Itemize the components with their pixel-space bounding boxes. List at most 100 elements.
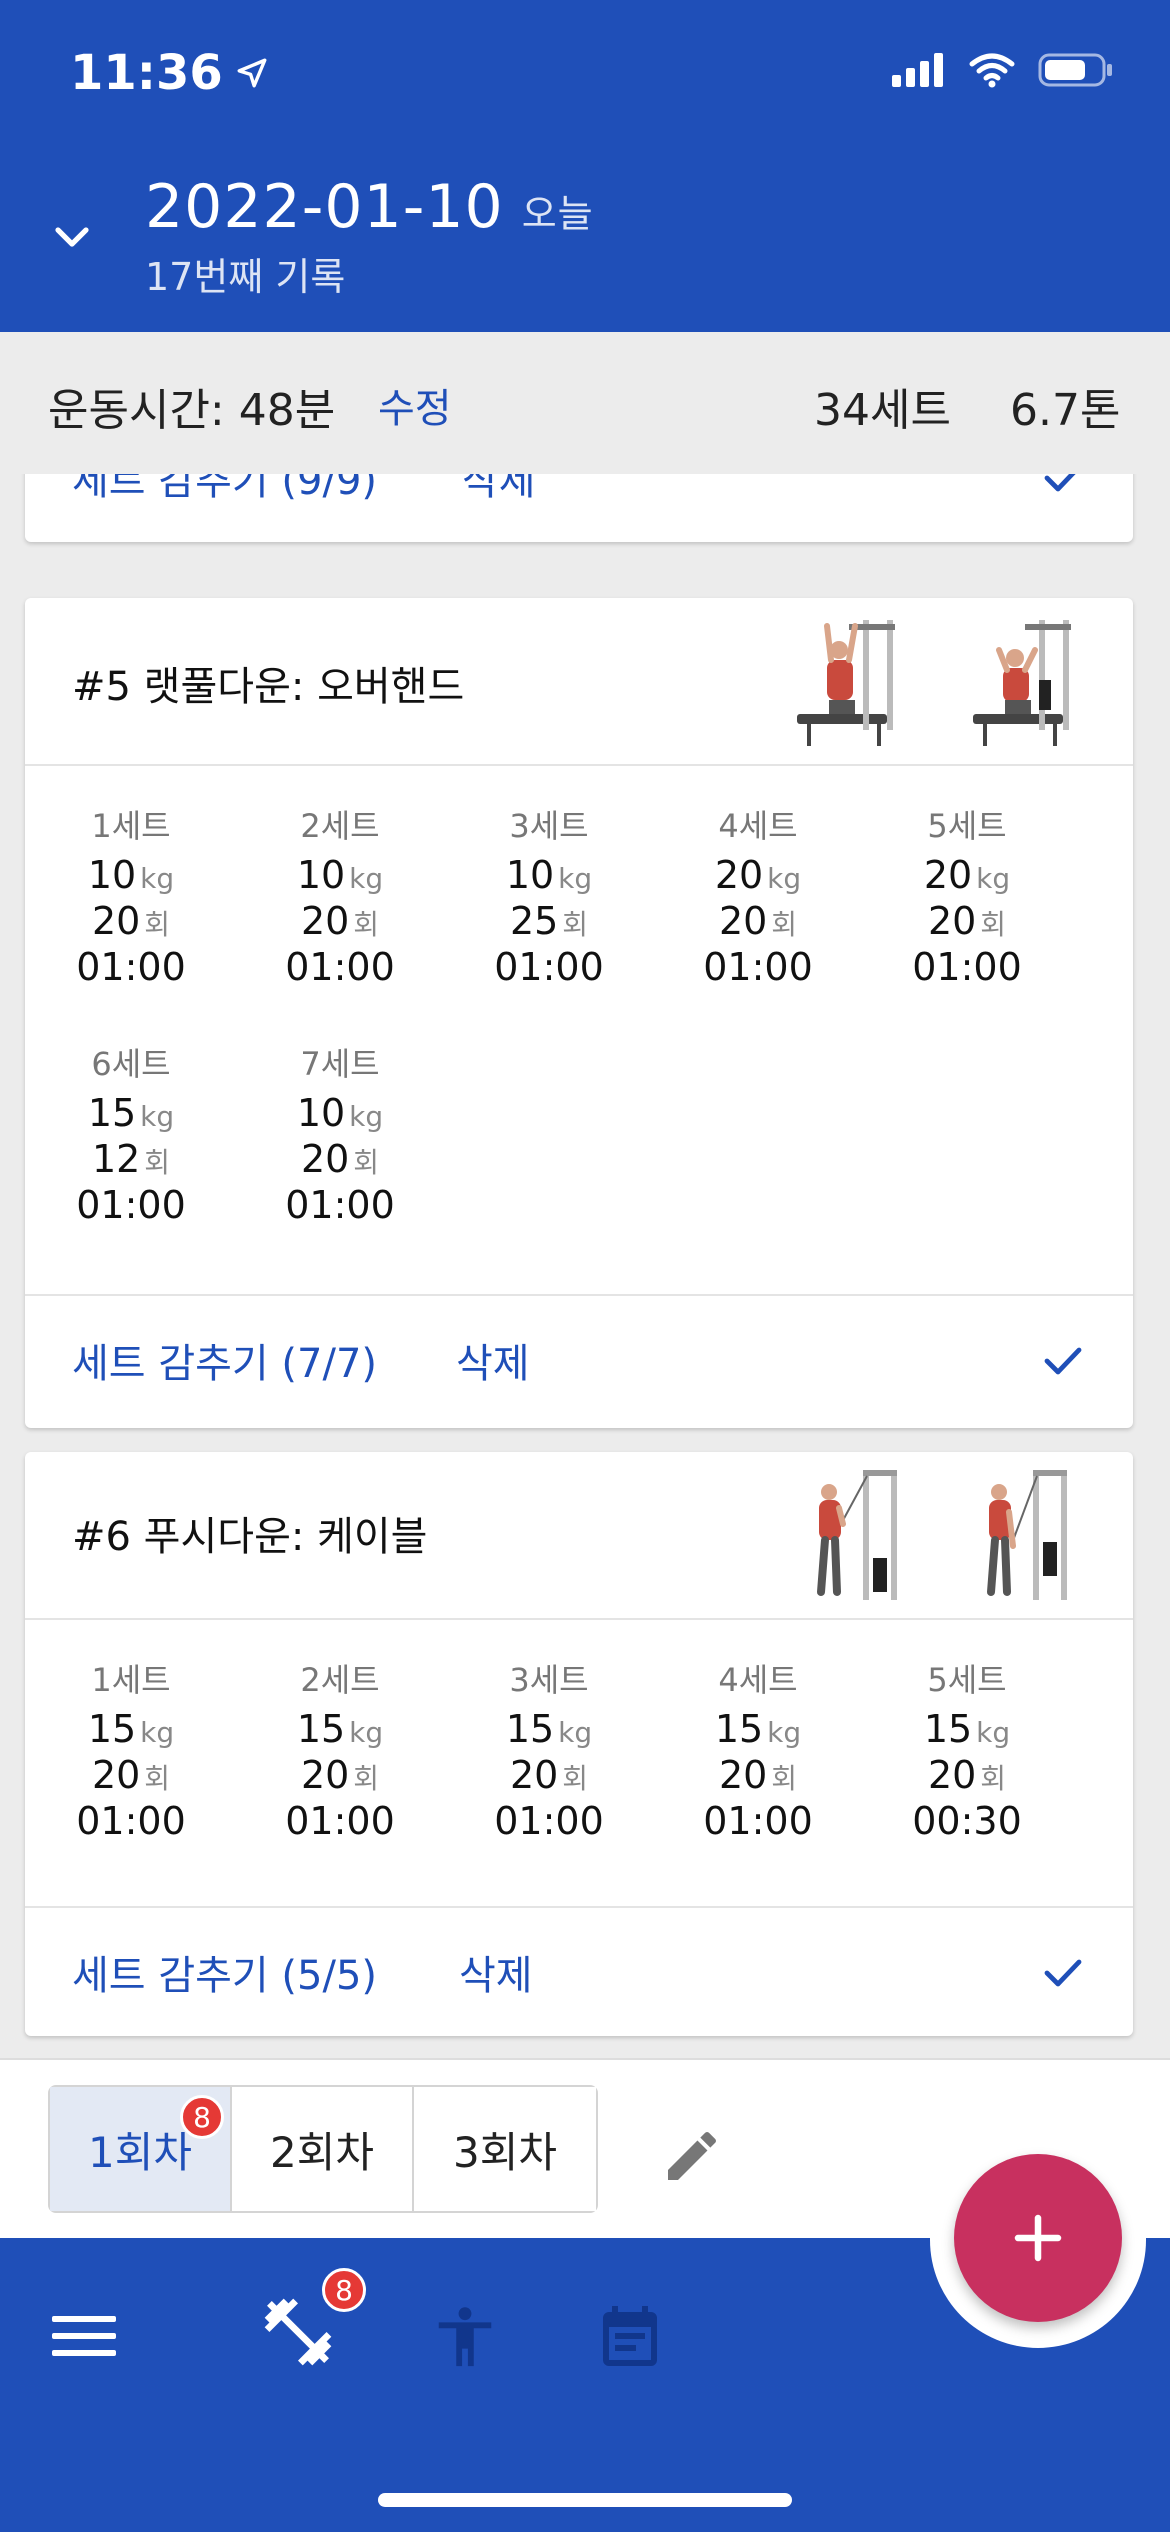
menu-icon[interactable]: [50, 2306, 118, 2366]
set-time: 01:00: [285, 1799, 395, 1843]
delete-button[interactable]: 삭제: [459, 1943, 533, 2001]
reps-unit: 회: [144, 1146, 171, 1179]
exercise-card: #5 랫풀다운: 오버핸드 1세트 10 kg 20 회 01:00 2세트 1…: [25, 598, 1133, 1428]
set-label: 2세트: [300, 1661, 380, 1699]
weight-unit: kg: [558, 862, 593, 895]
set-reps: 20: [300, 1137, 350, 1181]
set-cell[interactable]: 4세트 20 kg 20 회 01:00: [668, 800, 848, 990]
set-time: 01:00: [912, 945, 1022, 989]
signal-icon: [892, 53, 943, 87]
check-icon[interactable]: [1039, 1336, 1087, 1384]
set-cell[interactable]: 1세트 10 kg 20 회 01:00: [41, 800, 221, 990]
reps-unit: 회: [353, 1146, 380, 1179]
check-icon[interactable]: [1039, 474, 1087, 501]
set-cell[interactable]: 5세트 15 kg 20 회 00:30: [877, 1654, 1057, 1844]
edit-time-link[interactable]: 수정: [378, 376, 452, 434]
set-label: 6세트: [91, 1045, 171, 1083]
set-reps: 25: [509, 899, 559, 943]
set-reps: 20: [509, 1753, 559, 1797]
reps-unit: 회: [353, 908, 380, 941]
set-cell[interactable]: 3세트 15 kg 20 회 01:00: [459, 1654, 639, 1844]
weight-unit: kg: [349, 1716, 384, 1749]
pencil-icon[interactable]: [660, 2124, 724, 2188]
exercise-card: #6 푸시다운: 케이블 1세트 15 kg 20 회 01:00 2세트 15…: [25, 1452, 1133, 2036]
set-time: 01:00: [494, 945, 604, 989]
weight-unit: kg: [767, 862, 802, 895]
weight-unit: kg: [140, 1100, 175, 1133]
set-weight: 10: [505, 853, 555, 897]
wifi-icon: [969, 53, 1015, 88]
exercise-title: #5 랫풀다운: 오버핸드: [72, 664, 465, 710]
exercise-illustration-icon: [973, 620, 1071, 746]
set-reps: 20: [927, 899, 977, 943]
set-label: 3세트: [509, 807, 589, 845]
set-time: 01:00: [703, 1799, 813, 1843]
hide-sets-button[interactable]: 세트 감추기 (5/5): [72, 1943, 377, 2001]
set-cell[interactable]: 5세트 20 kg 20 회 01:00: [877, 800, 1057, 990]
set-weight: 15: [714, 1707, 764, 1751]
body-icon[interactable]: [430, 2298, 500, 2376]
check-icon[interactable]: [1039, 1948, 1087, 1996]
set-label: 1세트: [91, 1661, 171, 1699]
set-cell[interactable]: 1세트 15 kg 20 회 01:00: [41, 1654, 221, 1844]
hide-sets-button[interactable]: 세트 감추기 (9/9): [72, 474, 377, 506]
add-button[interactable]: [954, 2154, 1122, 2322]
set-cell[interactable]: 2세트 15 kg 20 회 01:00: [250, 1654, 430, 1844]
weight-unit: kg: [976, 862, 1011, 895]
exercise-list[interactable]: 세트 감추기 (9/9) 삭제 #5 랫풀다운: 오버핸드 1세트 10 kg …: [0, 474, 1170, 2058]
location-arrow-icon: [237, 58, 267, 88]
set-label: 4세트: [718, 807, 798, 845]
set-cell[interactable]: 6세트 15 kg 12 회 01:00: [41, 1038, 221, 1228]
exercise-illustration-icon: [817, 1470, 897, 1600]
status-time: 11:36: [70, 45, 269, 101]
set-cell[interactable]: 7세트 10 kg 20 회 01:00: [250, 1038, 430, 1228]
set-weight: 15: [296, 1707, 346, 1751]
chevron-down-icon[interactable]: [48, 214, 96, 262]
exercise-illustration-icon: [987, 1470, 1067, 1600]
set-time: 01:00: [494, 1799, 604, 1843]
total-tons: 6.7톤: [1010, 385, 1121, 436]
workout-time: 운동시간: 48분: [48, 385, 336, 436]
set-label: 4세트: [718, 1661, 798, 1699]
reps-unit: 회: [771, 908, 798, 941]
set-weight: 15: [505, 1707, 555, 1751]
reps-unit: 회: [353, 1762, 380, 1795]
reps-unit: 회: [771, 1762, 798, 1795]
weight-unit: kg: [767, 1716, 802, 1749]
session-tabs: 1회차 8 2회차 3회차: [48, 2085, 598, 2213]
set-reps: 20: [91, 1753, 141, 1797]
exercise-illustration-icon: [797, 620, 895, 746]
delete-button[interactable]: 삭제: [462, 474, 536, 506]
set-weight: 20: [714, 853, 764, 897]
set-time: 01:00: [703, 945, 813, 989]
reps-unit: 회: [562, 1762, 589, 1795]
calendar-icon[interactable]: [594, 2296, 666, 2376]
tab-session-1[interactable]: 1회차 8: [50, 2087, 232, 2211]
card-footer: 세트 감추기 (9/9) 삭제: [25, 474, 1133, 542]
set-cell[interactable]: 3세트 10 kg 25 회 01:00: [459, 800, 639, 990]
tab-session-3[interactable]: 3회차: [414, 2087, 596, 2211]
exercise-title: #6 푸시다운: 케이블: [72, 1514, 428, 1560]
card-footer: 세트 감추기 (5/5) 삭제: [25, 1906, 1133, 2036]
set-weight: 10: [296, 853, 346, 897]
set-weight: 15: [87, 1091, 137, 1135]
set-weight: 15: [87, 1707, 137, 1751]
set-time: 01:00: [285, 1183, 395, 1227]
hide-sets-button[interactable]: 세트 감추기 (7/7): [72, 1331, 377, 1389]
set-cell[interactable]: 4세트 15 kg 20 회 01:00: [668, 1654, 848, 1844]
tab-session-2[interactable]: 2회차: [232, 2087, 414, 2211]
tab-label: 1회차: [87, 2127, 192, 2177]
set-cell[interactable]: 2세트 10 kg 20 회 01:00: [250, 800, 430, 990]
battery-icon: [1038, 53, 1112, 87]
card-divider: [25, 764, 1133, 766]
plus-icon: [1014, 2214, 1062, 2262]
home-indicator[interactable]: [378, 2493, 792, 2507]
delete-button[interactable]: 삭제: [456, 1331, 530, 1389]
set-label: 5세트: [927, 807, 1007, 845]
set-label: 2세트: [300, 807, 380, 845]
set-label: 3세트: [509, 1661, 589, 1699]
set-time: 01:00: [76, 1183, 186, 1227]
set-weight: 10: [87, 853, 137, 897]
app-header: 2022-01-10 오늘 17번째 기록: [0, 150, 1170, 332]
workout-date: 2022-01-10 오늘: [145, 172, 594, 242]
